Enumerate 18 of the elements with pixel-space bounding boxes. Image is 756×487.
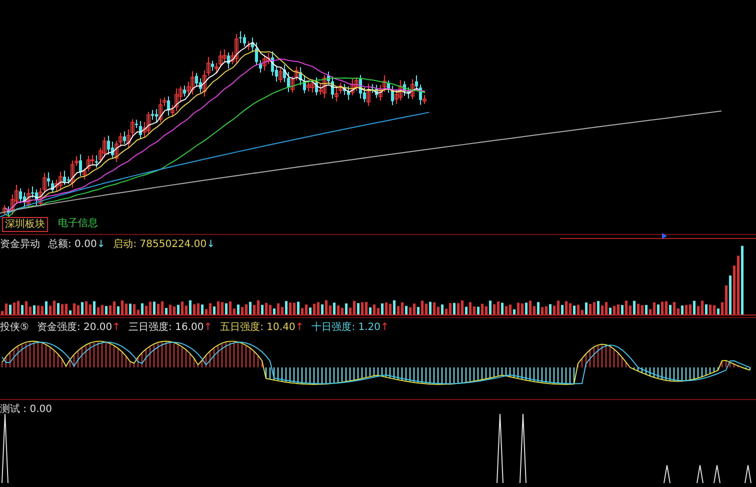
indicator-reading: 总额: 0.00 xyxy=(48,239,97,250)
indicator-title: 资金异动 xyxy=(0,238,40,251)
indicator-title: 投侠⑤ xyxy=(0,320,29,334)
indicator-reading: 启动: 78550224.00 xyxy=(113,239,207,250)
sector-tag: 电子信息 xyxy=(56,217,100,232)
trend-arrow: ↑ xyxy=(112,322,121,333)
trend-arrow: ↓ xyxy=(96,239,106,250)
trend-arrow: ↑ xyxy=(295,322,304,333)
indicator-reading: 三日强度: 16.00 xyxy=(128,322,204,333)
sector-tag: 深圳板块 xyxy=(2,217,48,232)
trend-arrow: ↓ xyxy=(206,239,215,250)
indicator-reading: 十日强度: 1.20 xyxy=(312,322,381,333)
trend-arrow: ↑ xyxy=(204,322,212,333)
marker-icon xyxy=(662,233,667,239)
indicator-reading: 五日强度: 10.40 xyxy=(220,322,296,333)
indicator-reading: 测试 : 0.00 xyxy=(0,402,52,416)
indicator-reading: 资金强度: 20.00 xyxy=(36,322,112,333)
trend-arrow: ↑ xyxy=(380,322,389,333)
